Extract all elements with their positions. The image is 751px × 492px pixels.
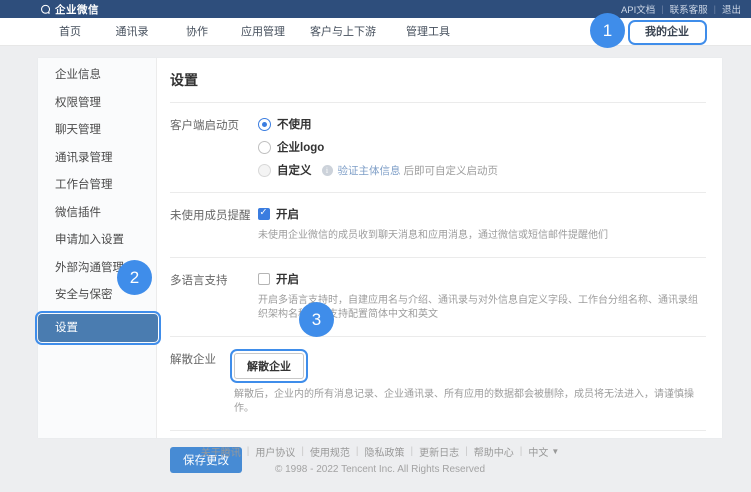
checkbox-reminder-on[interactable] xyxy=(258,208,270,220)
top-links: API文档 | 联系客服 | 退出 xyxy=(621,2,741,16)
brand[interactable]: 企业微信 xyxy=(40,2,99,17)
option-row-enterprise-logo[interactable]: 企业logo xyxy=(258,139,706,155)
toggle-label: 开启 xyxy=(276,271,299,287)
separator: | xyxy=(520,446,523,457)
tab-my-enterprise[interactable]: 我的企业 xyxy=(645,18,689,46)
section-description: 解散后，企业内的所有消息记录、企业通讯录、所有应用的数据都会被删除，成员将无法进… xyxy=(234,388,704,416)
api-doc-link[interactable]: API文档 xyxy=(621,2,655,16)
option-row-custom[interactable]: 自定义 验证主体信息 后即可自定义启动页 xyxy=(258,162,706,178)
page-title: 设置 xyxy=(170,58,706,103)
footer-links: 关于腾讯 | 用户协议 | 使用规范 | 隐私政策 | 更新日志 | 帮助中心 | 中文 ▼ xyxy=(38,444,722,459)
separator: | xyxy=(465,446,468,457)
sidebar-item-settings[interactable]: 设置 xyxy=(38,314,158,342)
annotation-step-1: 1 xyxy=(590,13,625,48)
info-icon xyxy=(322,165,333,176)
tab-app-management[interactable]: 应用管理 xyxy=(241,18,285,46)
radio-enterprise-logo[interactable] xyxy=(258,141,271,154)
section-dissolve: 解散企业 解散企业 解散后，企业内的所有消息记录、企业通讯录、所有应用的数据都会… xyxy=(170,337,706,431)
radio-no-use[interactable] xyxy=(258,118,271,131)
chevron-down-icon: ▼ xyxy=(551,447,559,456)
sidebar-item-permissions[interactable]: 权限管理 xyxy=(38,90,156,118)
contact-support-link[interactable]: 联系客服 xyxy=(670,2,708,16)
brand-name: 企业微信 xyxy=(55,2,99,17)
footer-link-usage-rules[interactable]: 使用规范 xyxy=(310,444,350,459)
footer-link-about[interactable]: 关于腾讯 xyxy=(201,444,241,459)
separator: | xyxy=(714,4,716,14)
top-bar: 企业微信 API文档 | 联系客服 | 退出 xyxy=(0,0,751,18)
copyright-text: © 1998 - 2022 Tencent Inc. All Rights Re… xyxy=(38,464,722,475)
annotation-step-3: 3 xyxy=(299,302,334,337)
toggle-row-reminder[interactable]: 开启 xyxy=(258,206,706,222)
wecom-admin-page: 企业微信 API文档 | 联系客服 | 退出 首页 通讯录 协作 应用管理 客户… xyxy=(0,0,751,492)
wecom-logo-icon xyxy=(40,4,51,15)
settings-content: 设置 客户端启动页 不使用 企业logo 自定义 xyxy=(157,58,722,438)
verify-identity-link[interactable]: 验证主体信息 xyxy=(338,163,401,178)
option-label: 自定义 xyxy=(277,162,312,178)
section-unused-member-reminder: 未使用成员提醒 开启 未使用企业微信的成员收到聊天消息和应用消息，通过微信或短信… xyxy=(170,193,706,258)
section-client-startup: 客户端启动页 不使用 企业logo 自定义 验证主体信息 xyxy=(170,103,706,193)
tab-admin-tools[interactable]: 管理工具 xyxy=(406,18,450,46)
logout-link[interactable]: 退出 xyxy=(722,2,741,16)
verify-suffix-text: 后即可自定义启动页 xyxy=(404,163,499,178)
primary-nav: 首页 通讯录 协作 应用管理 客户与上下游 管理工具 我的企业 xyxy=(0,18,751,46)
separator: | xyxy=(411,446,414,457)
tab-contacts[interactable]: 通讯录 xyxy=(116,18,149,46)
sidebar-item-chat-management[interactable]: 聊天管理 xyxy=(38,117,156,145)
dissolve-enterprise-button[interactable]: 解散企业 xyxy=(234,353,304,379)
footer-link-changelog[interactable]: 更新日志 xyxy=(419,444,459,459)
tab-home[interactable]: 首页 xyxy=(59,18,81,46)
section-description: 未使用企业微信的成员收到聊天消息和应用消息，通过微信或短信邮件提醒他们 xyxy=(258,229,706,243)
separator: | xyxy=(356,446,359,457)
section-label: 未使用成员提醒 xyxy=(170,206,258,243)
settings-sidebar: 企业信息 权限管理 聊天管理 通讯录管理 工作台管理 微信插件 申请加入设置 外… xyxy=(38,58,157,438)
main-panel: 企业信息 权限管理 聊天管理 通讯录管理 工作台管理 微信插件 申请加入设置 外… xyxy=(38,58,722,438)
sidebar-item-enterprise-info[interactable]: 企业信息 xyxy=(38,62,156,90)
separator: | xyxy=(661,4,663,14)
footer-language-selector[interactable]: 中文 xyxy=(528,444,548,459)
footer-link-help-center[interactable]: 帮助中心 xyxy=(474,444,514,459)
tab-collaboration[interactable]: 协作 xyxy=(186,18,208,46)
footer-link-user-agreement[interactable]: 用户协议 xyxy=(255,444,295,459)
section-label: 多语言支持 xyxy=(170,271,258,322)
option-label: 不使用 xyxy=(277,116,312,132)
section-multilang: 多语言支持 开启 开启多语言支持时，自建应用名与介绍、通讯录与对外信息自定义字段… xyxy=(170,258,706,337)
annotation-step-2: 2 xyxy=(117,260,152,295)
separator: | xyxy=(247,446,250,457)
tab-customers[interactable]: 客户与上下游 xyxy=(310,18,376,46)
page-footer: 关于腾讯 | 用户协议 | 使用规范 | 隐私政策 | 更新日志 | 帮助中心 | 中文 ▼… xyxy=(38,444,722,475)
radio-custom[interactable] xyxy=(258,164,271,177)
option-label: 企业logo xyxy=(277,139,324,155)
footer-link-privacy[interactable]: 隐私政策 xyxy=(365,444,405,459)
sidebar-item-join-settings[interactable]: 申请加入设置 xyxy=(38,227,156,255)
sidebar-item-workbench[interactable]: 工作台管理 xyxy=(38,172,156,200)
sidebar-item-contacts-management[interactable]: 通讯录管理 xyxy=(38,145,156,173)
sidebar-item-wechat-plugin[interactable]: 微信插件 xyxy=(38,200,156,228)
toggle-row-multilang[interactable]: 开启 xyxy=(258,271,706,287)
option-row-no-use[interactable]: 不使用 xyxy=(258,116,706,132)
section-label: 客户端启动页 xyxy=(170,116,258,178)
active-tab-underline xyxy=(639,43,697,45)
checkbox-multilang-off[interactable] xyxy=(258,273,270,285)
separator: | xyxy=(301,446,304,457)
section-label: 解散企业 xyxy=(170,350,234,416)
toggle-label: 开启 xyxy=(276,206,299,222)
